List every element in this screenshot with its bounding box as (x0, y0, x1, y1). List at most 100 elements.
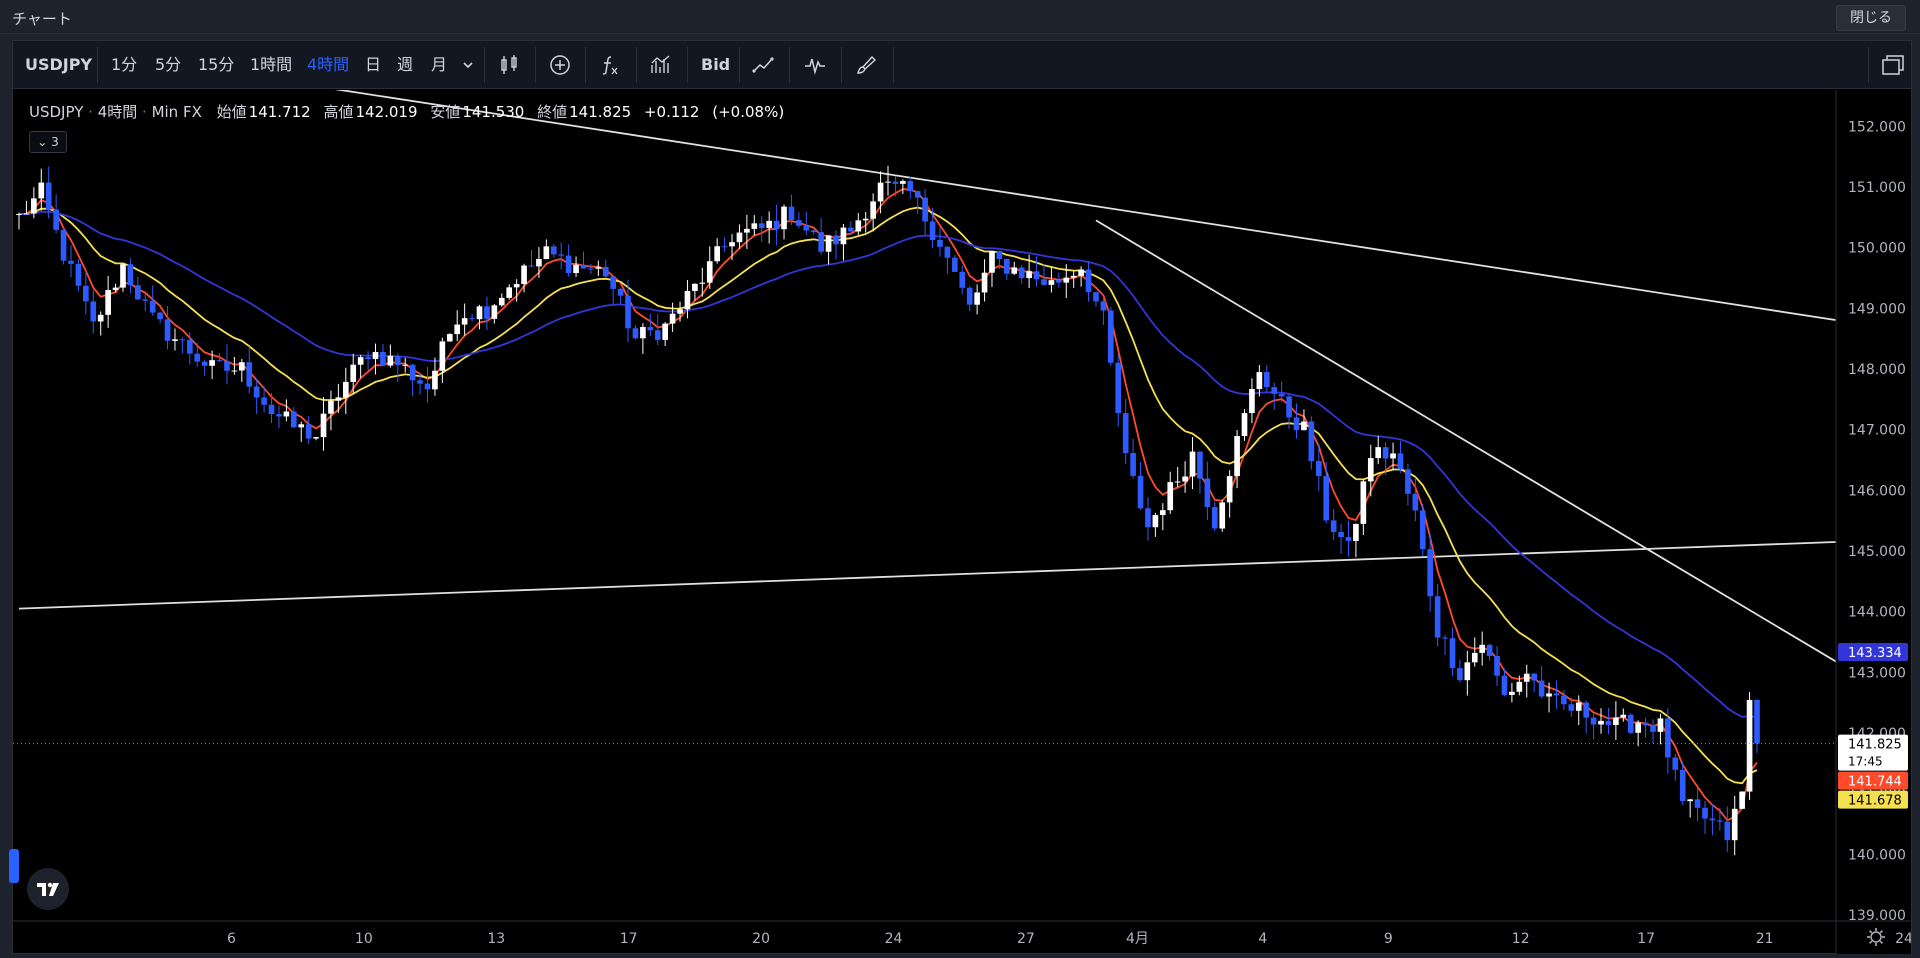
candle (1271, 382, 1278, 410)
candle-body (1575, 702, 1582, 711)
candle (1598, 708, 1604, 734)
time-tick-label: 17 (620, 931, 638, 947)
candle-body (1583, 702, 1589, 718)
candle (1509, 682, 1515, 703)
candle (1687, 798, 1693, 818)
candle-body (803, 225, 810, 231)
price-tick-label: 151.000 (1848, 180, 1906, 196)
candle (989, 250, 995, 287)
candle-body (45, 182, 52, 210)
chevron-down-icon[interactable] (460, 57, 476, 73)
interval-week[interactable]: 週 (397, 41, 413, 89)
time-tick-label: 20 (752, 931, 770, 947)
candle-body (640, 327, 646, 339)
candle (647, 313, 654, 337)
layout-icon[interactable] (1879, 51, 1907, 79)
toolbar-divider (789, 47, 790, 83)
symbol-button[interactable]: USDJPY (25, 41, 92, 89)
candle (640, 323, 646, 354)
candle (461, 303, 468, 336)
interval-day[interactable]: 日 (365, 41, 381, 89)
candle (796, 212, 802, 229)
add-circle-icon[interactable] (548, 53, 572, 77)
pulse-icon[interactable] (803, 53, 827, 77)
candle-body (387, 355, 394, 366)
candle-body (461, 318, 468, 325)
interval-month[interactable]: 月 (431, 41, 447, 89)
candle-body (1412, 493, 1419, 511)
candle-body (38, 182, 45, 199)
candle (602, 259, 609, 278)
candle-body (1546, 693, 1552, 697)
candle-body (833, 235, 839, 245)
candle (45, 166, 52, 219)
candle (1583, 700, 1589, 734)
candle-body (201, 361, 208, 366)
candle-body (1078, 269, 1084, 276)
candle (855, 213, 862, 235)
candle-body (357, 357, 364, 365)
candle-body (1011, 267, 1018, 274)
indicator-toggle[interactable]: ⌄ 3 (29, 131, 67, 153)
candle (1442, 634, 1448, 655)
bid-button[interactable]: Bid (701, 41, 730, 89)
interval-1m[interactable]: 1分 (111, 41, 137, 89)
candle-body (97, 314, 104, 322)
candle (1635, 720, 1641, 747)
interval-1h[interactable]: 1時間 (250, 41, 292, 89)
price-tick-label: 145.000 (1848, 544, 1906, 560)
candle-body (1590, 717, 1597, 725)
candle-body (1650, 725, 1656, 732)
interval-5m[interactable]: 5分 (155, 41, 181, 89)
candle-body (216, 360, 223, 362)
candle-body (1226, 476, 1233, 503)
tradingview-logo-icon[interactable] (27, 868, 69, 910)
price-chart[interactable]: 152.000 151.000 150.000 149.000 148.000 147.0… (13, 90, 1911, 954)
side-panel-tab[interactable] (9, 849, 19, 883)
candle (922, 188, 928, 236)
candle-body (1353, 523, 1359, 541)
candle (1702, 800, 1708, 835)
price-tick-label: 150.000 (1848, 241, 1906, 257)
interval-15m[interactable]: 15分 (198, 41, 234, 89)
candle-body (974, 292, 980, 305)
price-label-text: 143.334 (1848, 646, 1902, 661)
function-icon[interactable] (598, 53, 622, 77)
candle-body (877, 182, 884, 202)
line-tool-icon[interactable] (751, 53, 775, 77)
candle-body (1635, 722, 1641, 733)
candle (952, 255, 958, 272)
price-label-ma_fast: 141.744 (1838, 771, 1908, 790)
candle-body (1375, 447, 1382, 459)
candle-body (1197, 451, 1203, 479)
candle (1122, 398, 1129, 464)
candle-body (595, 266, 602, 269)
candle (543, 239, 550, 260)
candles-icon[interactable] (497, 53, 521, 77)
candle-body (1457, 668, 1463, 681)
brush-icon[interactable] (855, 53, 879, 77)
close-button[interactable]: 閉じる (1836, 5, 1906, 31)
price-label-text: 141.678 (1848, 794, 1902, 809)
candle-body (944, 246, 951, 258)
candle-body (380, 351, 386, 366)
candle-body (417, 380, 423, 384)
candle-body (446, 334, 453, 342)
legend-low: 141.530 (462, 103, 525, 121)
candle-body (1627, 714, 1634, 733)
candle (565, 244, 572, 277)
candle-body (1553, 693, 1560, 696)
candle (1189, 437, 1196, 490)
candle-body (53, 209, 59, 230)
candle (1397, 441, 1404, 473)
candle-body (402, 364, 409, 366)
candle (446, 333, 453, 342)
candle-body (885, 181, 891, 183)
window-title: チャート (12, 10, 72, 28)
compare-icon[interactable] (649, 53, 673, 77)
candle (1382, 442, 1389, 475)
interval-4h[interactable]: 4時間 (307, 41, 349, 89)
trendline (334, 90, 1839, 322)
candle-body (149, 300, 156, 313)
candle-body (1694, 799, 1701, 808)
